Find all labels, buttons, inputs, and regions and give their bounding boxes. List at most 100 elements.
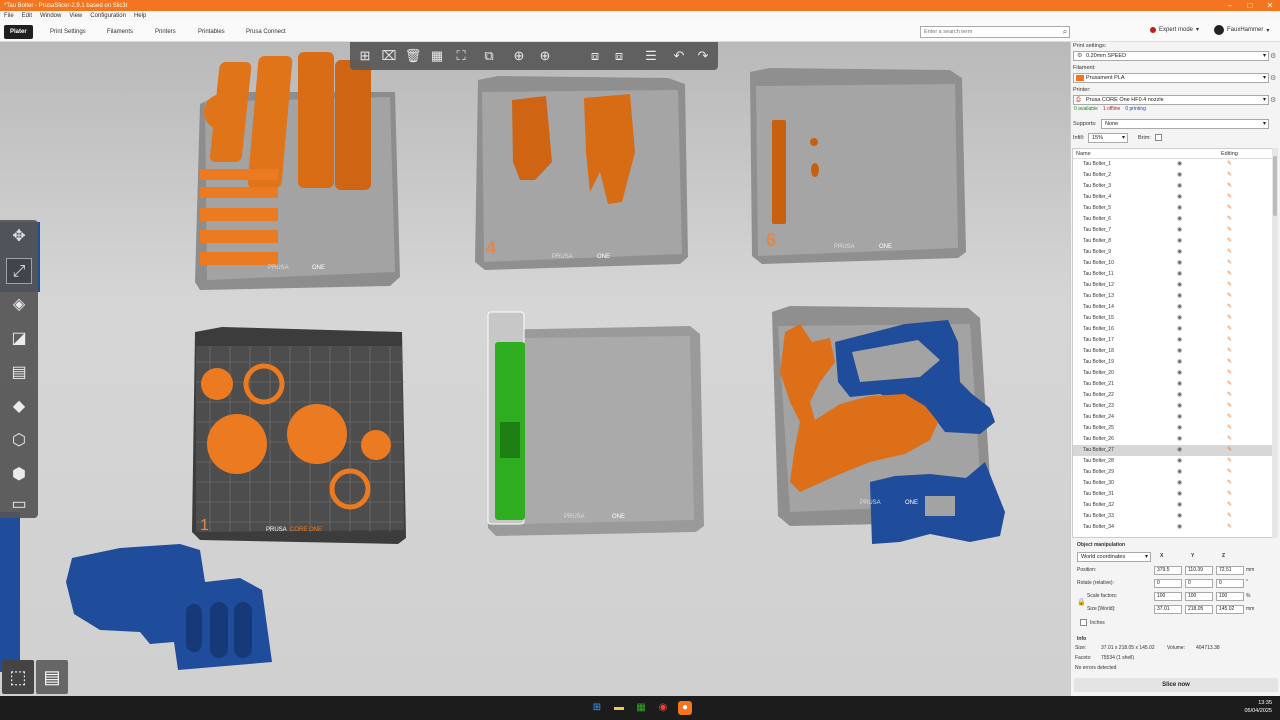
list-item[interactable]: Tau Bolter_23 ◉ ✎ bbox=[1073, 401, 1273, 412]
list-item[interactable]: Tau Bolter_33 ◉ ✎ bbox=[1073, 511, 1273, 522]
list-item[interactable]: Tau Bolter_6 ◉ ✎ bbox=[1073, 214, 1273, 225]
tab-prusa-connect[interactable]: Prusa Connect bbox=[240, 25, 292, 39]
list-item[interactable]: Tau Bolter_16 ◉ ✎ bbox=[1073, 324, 1273, 335]
visibility-icon[interactable]: ◉ bbox=[1177, 457, 1182, 464]
scale-x-input[interactable]: 100 bbox=[1154, 592, 1182, 601]
rotate-x-input[interactable]: 0 bbox=[1154, 579, 1182, 588]
list-item[interactable]: Tau Bolter_26 ◉ ✎ bbox=[1073, 434, 1273, 445]
list-item[interactable]: Tau Bolter_5 ◉ ✎ bbox=[1073, 203, 1273, 214]
edit-icon[interactable]: ✎ bbox=[1227, 479, 1232, 486]
arrange-selection-icon[interactable]: ⛶ bbox=[452, 47, 470, 65]
list-item[interactable]: Tau Bolter_27 ◉ ✎ bbox=[1073, 445, 1273, 456]
rotate-y-input[interactable]: 0 bbox=[1185, 579, 1213, 588]
edit-icon[interactable]: ✎ bbox=[1227, 380, 1232, 387]
edit-icon[interactable]: ✎ bbox=[1227, 435, 1232, 442]
visibility-icon[interactable]: ◉ bbox=[1177, 171, 1182, 178]
list-item[interactable]: Tau Bolter_13 ◉ ✎ bbox=[1073, 291, 1273, 302]
arrange-icon[interactable]: ▦ bbox=[428, 47, 446, 65]
edit-icon[interactable]: ✎ bbox=[1227, 182, 1232, 189]
position-y-input[interactable]: 110.39 bbox=[1185, 566, 1213, 575]
tab-filaments[interactable]: Filaments bbox=[101, 25, 139, 39]
file-explorer-icon[interactable]: ▬ bbox=[612, 701, 626, 715]
list-item[interactable]: Tau Bolter_34 ◉ ✎ bbox=[1073, 522, 1273, 533]
search-input[interactable] bbox=[920, 26, 1070, 38]
size-x-input[interactable]: 37.01 bbox=[1154, 605, 1182, 614]
edit-icon[interactable]: ✎ bbox=[1227, 215, 1232, 222]
visibility-icon[interactable]: ◉ bbox=[1177, 160, 1182, 167]
delete-all-icon[interactable]: 🗑 bbox=[404, 47, 422, 65]
edit-icon[interactable]: ✎ bbox=[1227, 391, 1232, 398]
split-parts-icon[interactable]: ⧈ bbox=[610, 47, 628, 65]
list-item[interactable]: Tau Bolter_12 ◉ ✎ bbox=[1073, 280, 1273, 291]
edit-icon[interactable]: ✎ bbox=[1227, 193, 1232, 200]
edit-icon[interactable]: ✎ bbox=[1227, 171, 1232, 178]
3d-viewport[interactable]: PRUSA ONE 4 PRUSA ONE 6 PRUSA ONE 1 PRUS… bbox=[0, 42, 1070, 696]
seam-painting-icon[interactable]: ⬡ bbox=[6, 428, 32, 454]
visibility-icon[interactable]: ◉ bbox=[1177, 479, 1182, 486]
visibility-icon[interactable]: ◉ bbox=[1177, 193, 1182, 200]
edit-icon[interactable]: ✎ bbox=[1227, 336, 1232, 343]
list-item[interactable]: Tau Bolter_8 ◉ ✎ bbox=[1073, 236, 1273, 247]
preview-view-icon[interactable]: ▤ bbox=[36, 660, 68, 694]
list-item[interactable]: Tau Bolter_1 ◉ ✎ bbox=[1073, 159, 1273, 170]
print-bed-3[interactable] bbox=[772, 306, 1005, 544]
visibility-icon[interactable]: ◉ bbox=[1177, 402, 1182, 409]
menu-help[interactable]: Help bbox=[134, 13, 146, 19]
user-menu[interactable]: FauxHammer ▾ bbox=[1214, 25, 1269, 35]
print-bed-active[interactable] bbox=[192, 327, 406, 544]
slice-now-button[interactable]: Slice now bbox=[1074, 678, 1278, 692]
edit-icon[interactable]: ✎ bbox=[1227, 292, 1232, 299]
visibility-icon[interactable]: ◉ bbox=[1177, 391, 1182, 398]
gear-icon[interactable]: ⚙ bbox=[1270, 74, 1276, 82]
visibility-icon[interactable]: ◉ bbox=[1177, 226, 1182, 233]
search-icon[interactable]: ⌕ bbox=[1060, 26, 1070, 38]
visibility-icon[interactable]: ◉ bbox=[1177, 314, 1182, 321]
object-list[interactable]: Name Editing Tau Bolter_1 ◉ ✎ Tau Bolter_2 ◉… bbox=[1072, 148, 1274, 538]
visibility-icon[interactable]: ◉ bbox=[1177, 182, 1182, 189]
place-on-face-icon[interactable]: ◪ bbox=[6, 326, 32, 352]
edit-icon[interactable]: ✎ bbox=[1227, 369, 1232, 376]
edit-icon[interactable]: ✎ bbox=[1227, 270, 1232, 277]
chrome-icon[interactable]: ◉ bbox=[656, 701, 670, 715]
filament-combo[interactable]: Prusament PLA ▾ bbox=[1073, 73, 1269, 83]
prusaslicer-icon[interactable]: ● bbox=[678, 701, 692, 715]
list-item[interactable]: Tau Bolter_10 ◉ ✎ bbox=[1073, 258, 1273, 269]
spreadsheet-icon[interactable]: ▦ bbox=[634, 701, 648, 715]
visibility-icon[interactable]: ◉ bbox=[1177, 512, 1182, 519]
list-item[interactable]: Tau Bolter_3 ◉ ✎ bbox=[1073, 181, 1273, 192]
move-icon[interactable]: ✥ bbox=[6, 224, 32, 250]
list-item[interactable]: Tau Bolter_11 ◉ ✎ bbox=[1073, 269, 1273, 280]
edit-icon[interactable]: ✎ bbox=[1227, 204, 1232, 211]
visibility-icon[interactable]: ◉ bbox=[1177, 369, 1182, 376]
menu-view[interactable]: View bbox=[69, 13, 82, 19]
visibility-icon[interactable]: ◉ bbox=[1177, 237, 1182, 244]
visibility-icon[interactable]: ◉ bbox=[1177, 380, 1182, 387]
mmu-painting-icon[interactable]: ⬢ bbox=[6, 462, 32, 488]
edit-icon[interactable]: ✎ bbox=[1227, 160, 1232, 167]
close-button[interactable]: ✕ bbox=[1260, 0, 1280, 11]
tab-printers[interactable]: Printers bbox=[149, 25, 182, 39]
menu-window[interactable]: Window bbox=[40, 13, 61, 19]
edit-icon[interactable]: ✎ bbox=[1227, 237, 1232, 244]
maximize-button[interactable]: □ bbox=[1240, 0, 1260, 11]
copy-icon[interactable]: ⧉ bbox=[480, 47, 498, 65]
position-x-input[interactable]: 379.5 bbox=[1154, 566, 1182, 575]
split-objects-icon[interactable]: ⧈ bbox=[586, 47, 604, 65]
edit-icon[interactable]: ✎ bbox=[1227, 512, 1232, 519]
redo-icon[interactable]: ↷ bbox=[694, 47, 712, 65]
print-bed-4[interactable] bbox=[475, 76, 688, 270]
print-bed-6[interactable] bbox=[750, 68, 966, 264]
visibility-icon[interactable]: ◉ bbox=[1177, 325, 1182, 332]
list-item[interactable]: Tau Bolter_30 ◉ ✎ bbox=[1073, 478, 1273, 489]
edit-icon[interactable]: ✎ bbox=[1227, 226, 1232, 233]
list-item[interactable]: Tau Bolter_31 ◉ ✎ bbox=[1073, 489, 1273, 500]
edit-icon[interactable]: ✎ bbox=[1227, 358, 1232, 365]
visibility-icon[interactable]: ◉ bbox=[1177, 413, 1182, 420]
menu-edit[interactable]: Edit bbox=[22, 13, 32, 19]
tab-plater[interactable]: Plater bbox=[4, 25, 33, 39]
object-list-scrollbar[interactable] bbox=[1272, 148, 1278, 538]
visibility-icon[interactable]: ◉ bbox=[1177, 501, 1182, 508]
list-item[interactable]: Tau Bolter_18 ◉ ✎ bbox=[1073, 346, 1273, 357]
menu-file[interactable]: File bbox=[4, 13, 14, 19]
lock-icon[interactable]: 🔒 bbox=[1077, 598, 1086, 606]
